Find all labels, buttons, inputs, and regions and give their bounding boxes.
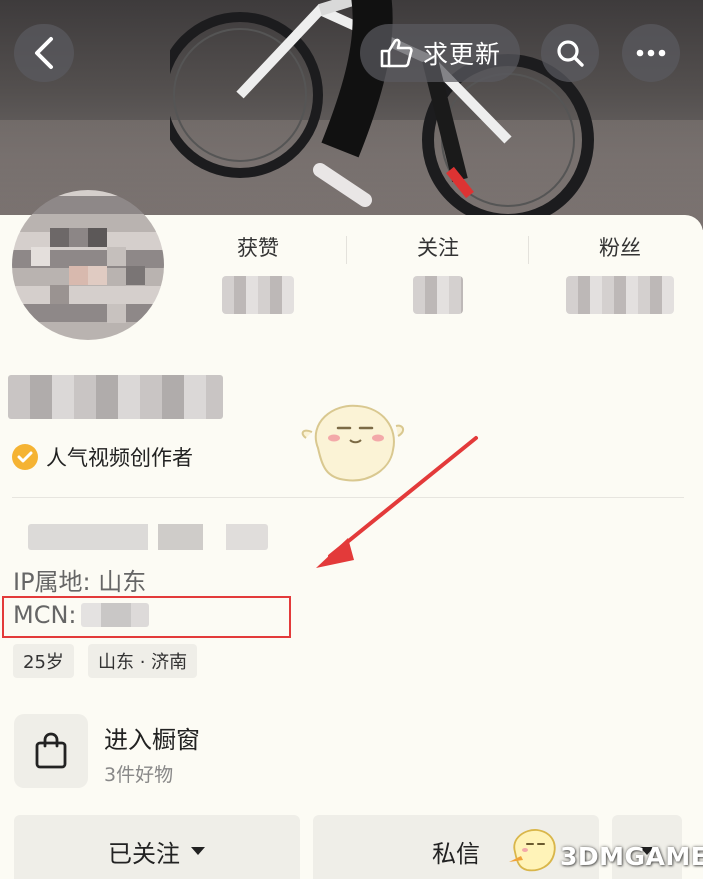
private-message-label: 私信 bbox=[432, 839, 480, 868]
chevron-left-icon bbox=[35, 37, 53, 69]
followers-count-blurred bbox=[566, 276, 674, 314]
location-tag: 山东 · 济南 bbox=[88, 644, 198, 678]
followers-stat[interactable]: 粉丝 bbox=[565, 232, 675, 314]
search-icon bbox=[557, 40, 584, 67]
avatar[interactable] bbox=[12, 190, 164, 340]
verified-check-icon bbox=[12, 444, 38, 470]
shopping-bag-icon bbox=[35, 732, 67, 769]
search-button[interactable] bbox=[541, 24, 599, 82]
username-blurred bbox=[8, 375, 223, 419]
creator-badge-text: 人气视频创作者 bbox=[46, 446, 193, 470]
following-label: 关注 bbox=[417, 236, 459, 260]
request-update-label: 求更新 bbox=[422, 40, 501, 69]
shop-window-button[interactable] bbox=[14, 714, 88, 788]
following-stat[interactable]: 关注 bbox=[383, 232, 493, 314]
stat-divider bbox=[528, 236, 529, 264]
more-options-button[interactable] bbox=[622, 24, 680, 82]
red-annotation-arrow bbox=[316, 436, 478, 568]
following-count-blurred bbox=[413, 276, 463, 314]
shop-window-title[interactable]: 进入橱窗 bbox=[104, 720, 200, 755]
more-dots-icon bbox=[636, 49, 666, 57]
back-button[interactable] bbox=[14, 24, 74, 82]
shop-window-subtitle: 3件好物 bbox=[104, 764, 174, 786]
followed-button[interactable]: 已关注 bbox=[14, 815, 300, 879]
bio-blurred bbox=[28, 524, 268, 550]
ip-location: IP属地: 山东 bbox=[13, 568, 147, 596]
mcn-highlight-box bbox=[2, 596, 291, 638]
creator-badge[interactable]: 人气视频创作者 bbox=[12, 442, 193, 472]
followed-label: 已关注 bbox=[108, 839, 180, 868]
pointing-hand-icon bbox=[380, 38, 413, 68]
stat-divider bbox=[346, 236, 347, 264]
age-tag: 25岁 bbox=[13, 644, 74, 678]
likes-stat[interactable]: 获赞 bbox=[203, 232, 313, 314]
followers-label: 粉丝 bbox=[599, 236, 641, 260]
request-update-button[interactable]: 求更新 bbox=[360, 24, 520, 82]
watermark-mascot-logo bbox=[509, 829, 556, 872]
likes-count-blurred bbox=[222, 276, 294, 314]
likes-label: 获赞 bbox=[237, 236, 279, 260]
caret-down-icon bbox=[191, 847, 205, 855]
watermark-text: 3DMGAME bbox=[560, 842, 703, 871]
